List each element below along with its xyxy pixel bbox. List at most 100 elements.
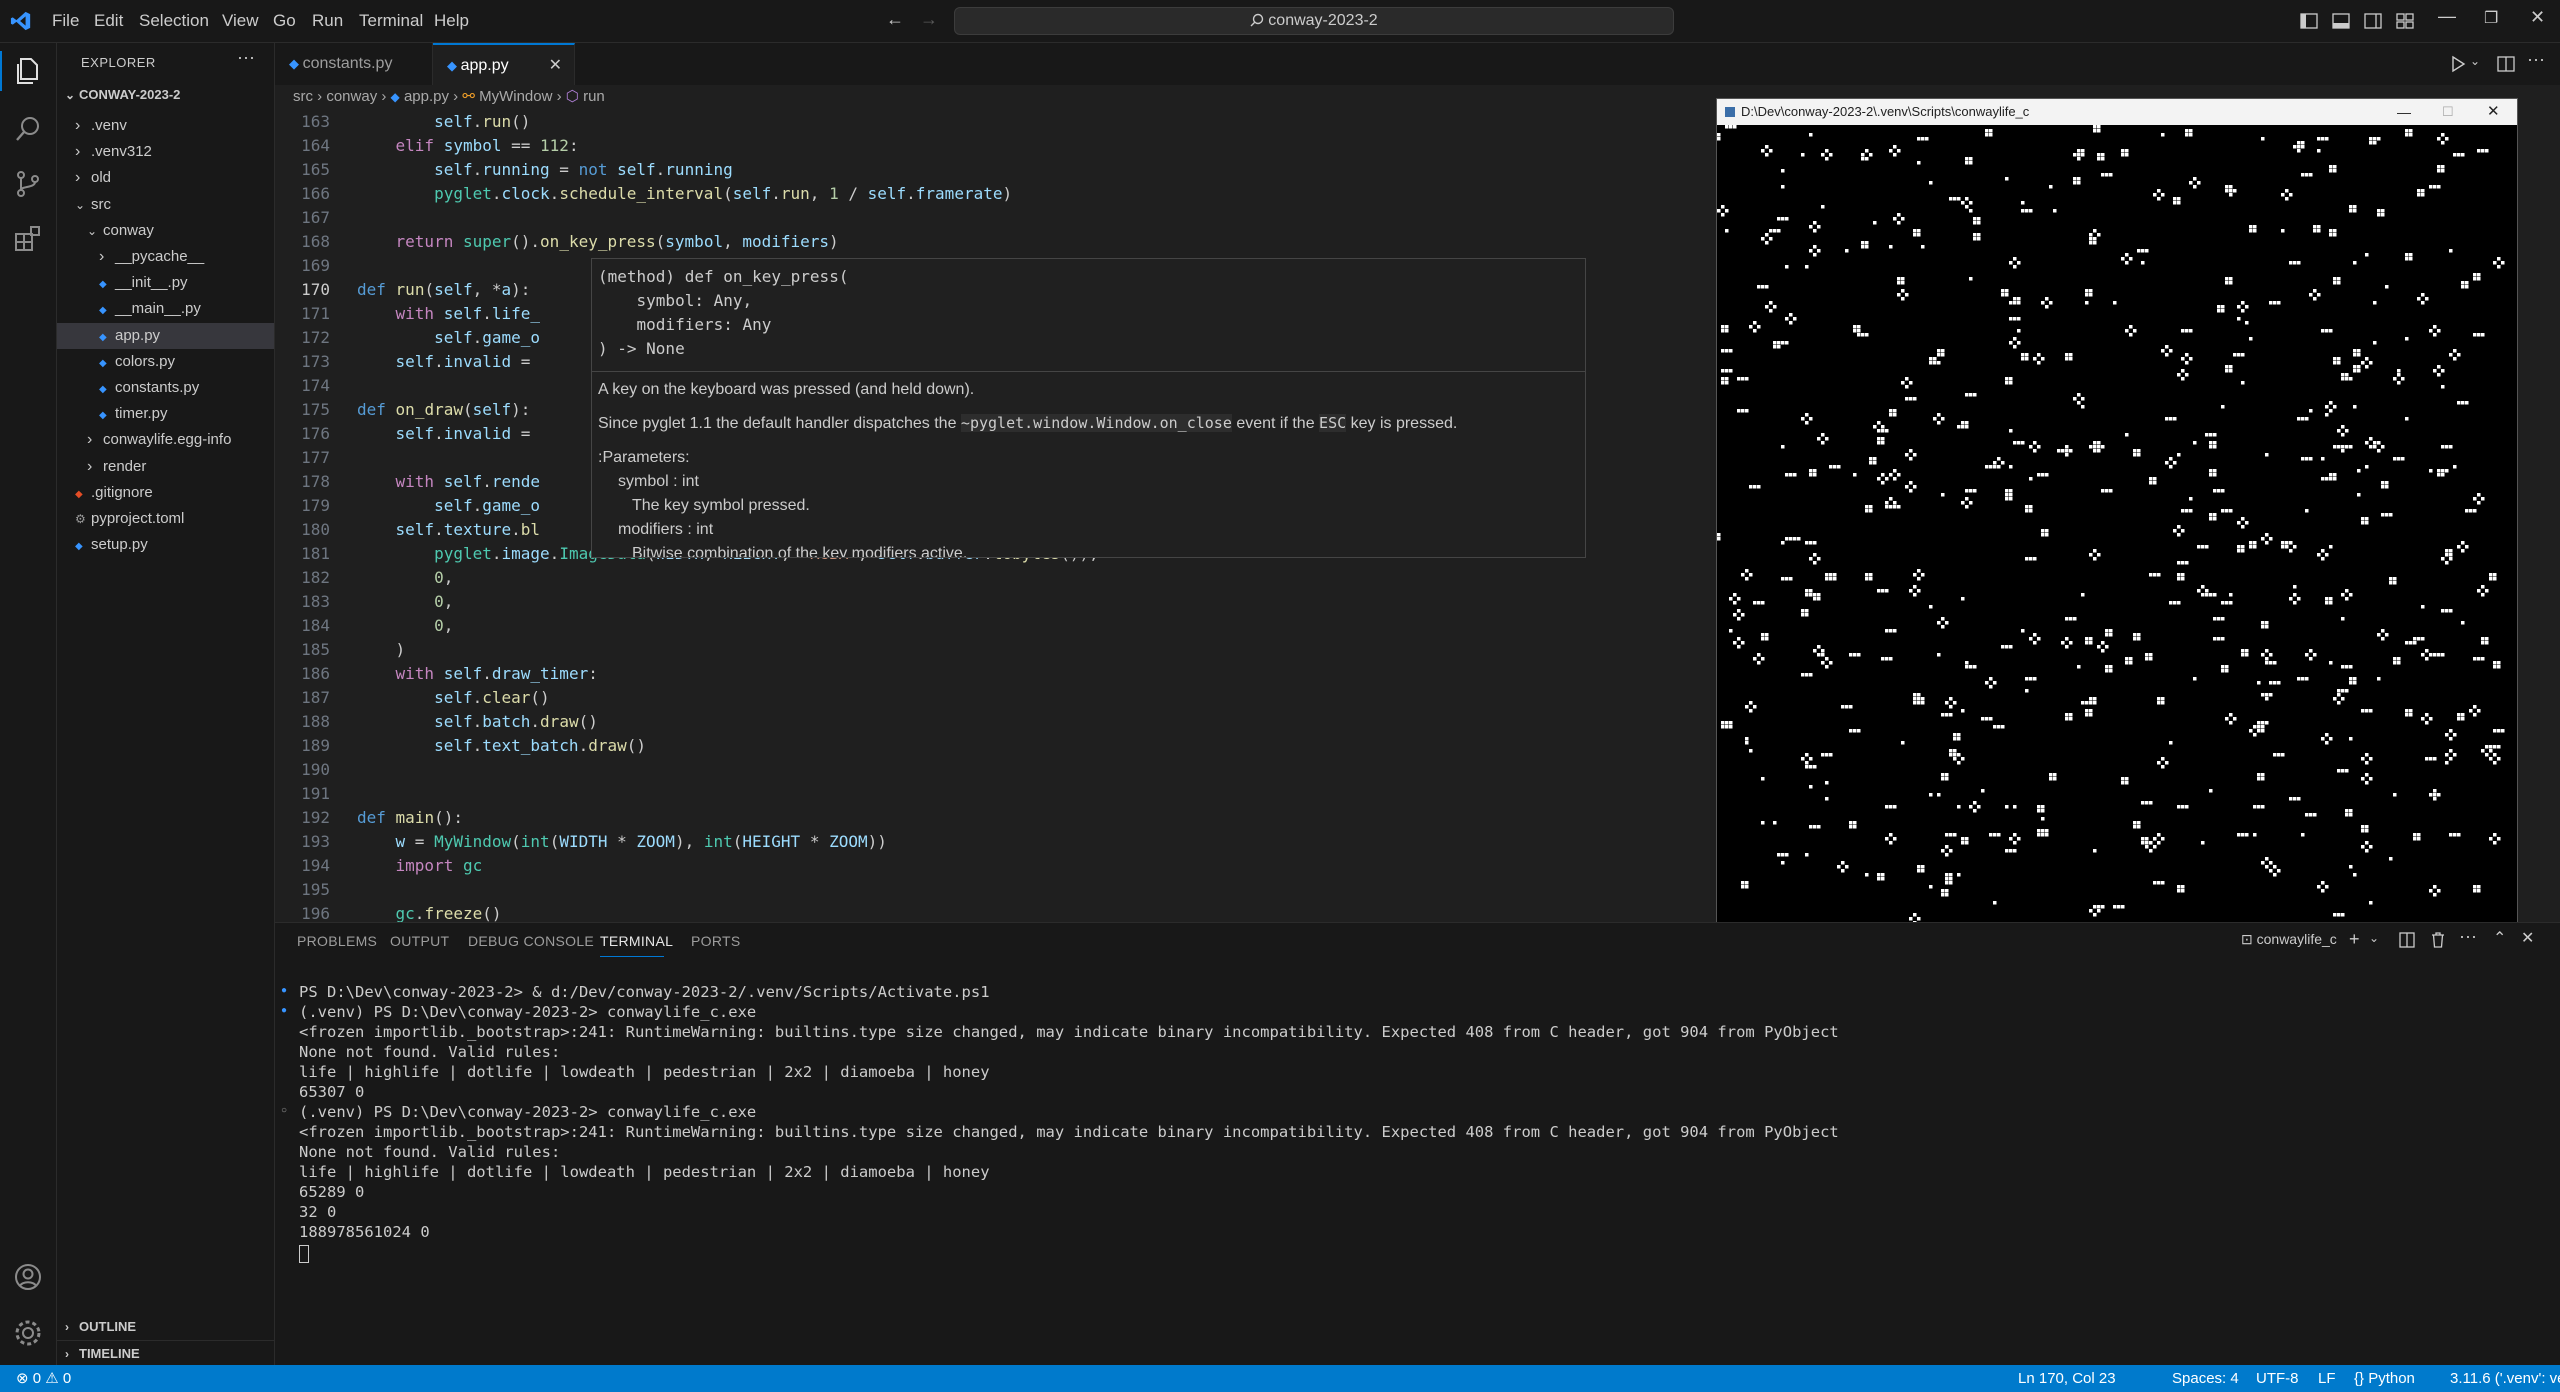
tree-item-pycache[interactable]: › __pycache__ bbox=[57, 244, 274, 270]
tab-debug-console[interactable]: DEBUG CONSOLE bbox=[468, 933, 594, 949]
tree-item-render[interactable]: › render bbox=[57, 454, 274, 480]
run-file-icon[interactable] bbox=[2449, 55, 2467, 73]
more-actions-icon[interactable]: ··· bbox=[2459, 926, 2477, 947]
tree-item-setup[interactable]: ◆ setup.py bbox=[57, 532, 274, 558]
workspace-name: conway-2023-2 bbox=[1268, 12, 1378, 29]
tree-item-timer[interactable]: ◆ timer.py bbox=[57, 401, 274, 427]
menu-selection[interactable]: Selection bbox=[139, 11, 209, 31]
tab-ports[interactable]: PORTS bbox=[691, 933, 740, 949]
line-ending[interactable]: LF bbox=[2318, 1365, 2336, 1392]
outline-section[interactable]: › OUTLINE bbox=[65, 1319, 136, 1334]
toggle-secondary-sidebar-icon[interactable] bbox=[2364, 12, 2382, 30]
param-name: symbol bbox=[618, 473, 669, 490]
menu-run[interactable]: Run bbox=[312, 11, 343, 31]
close-window-icon[interactable]: ✕ bbox=[2530, 7, 2545, 28]
close-tab-icon[interactable]: ✕ bbox=[549, 45, 562, 87]
tab-problems[interactable]: PROBLEMS bbox=[297, 933, 377, 949]
breadcrumb-conway[interactable]: conway bbox=[326, 88, 377, 105]
line-number: 175 bbox=[301, 400, 330, 419]
maximize-panel-icon[interactable]: ⌃ bbox=[2493, 928, 2506, 948]
customize-layout-icon[interactable] bbox=[2396, 12, 2414, 30]
tree-item-gitignore[interactable]: ◆ .gitignore bbox=[57, 480, 274, 506]
close-panel-icon[interactable]: ✕ bbox=[2521, 928, 2534, 948]
doc-text: key is pressed. bbox=[1350, 415, 1458, 432]
source-control-icon[interactable] bbox=[12, 168, 44, 200]
line-number: 168 bbox=[301, 232, 330, 251]
cursor-position[interactable]: Ln 170, Col 23 bbox=[2018, 1365, 2116, 1392]
tab-terminal[interactable]: TERMINAL bbox=[600, 933, 673, 949]
minimize-icon[interactable]: — bbox=[2397, 99, 2411, 125]
tab-app[interactable]: ◆ app.py ✕ bbox=[433, 43, 575, 85]
tree-item-old[interactable]: › old bbox=[57, 165, 274, 191]
tree-item-init[interactable]: ◆ __init__.py bbox=[57, 270, 274, 296]
chevron-down-icon[interactable]: ⌄ bbox=[2369, 931, 2379, 945]
terminal-text: (.venv) PS D:\Dev\conway-2023-2> conwayl… bbox=[299, 1103, 757, 1121]
line-number: 170 bbox=[301, 280, 330, 299]
extensions-icon[interactable] bbox=[12, 223, 44, 255]
terminal-cursor bbox=[299, 1245, 309, 1263]
indentation[interactable]: Spaces: 4 bbox=[2172, 1365, 2239, 1392]
title-bar: File Edit Selection View Go Run Terminal… bbox=[0, 0, 2560, 43]
minimize-icon[interactable]: — bbox=[2438, 6, 2456, 27]
language-mode[interactable]: {} Python bbox=[2354, 1365, 2415, 1392]
tree-item-colors[interactable]: ◆ colors.py bbox=[57, 349, 274, 375]
menu-help[interactable]: Help bbox=[434, 11, 469, 31]
search-icon[interactable] bbox=[12, 113, 44, 145]
doc-text: event if the bbox=[1236, 415, 1315, 432]
split-terminal-icon[interactable] bbox=[2399, 932, 2415, 948]
tree-item-venv[interactable]: › .venv bbox=[57, 113, 274, 139]
game-window-titlebar[interactable]: D:\Dev\conway-2023-2\.venv\Scripts\conwa… bbox=[1717, 99, 2517, 125]
restore-icon[interactable]: ❐ bbox=[2484, 8, 2498, 28]
tree-item-venv312[interactable]: › .venv312 bbox=[57, 139, 274, 165]
conwaylife-window[interactable]: D:\Dev\conway-2023-2\.venv\Scripts\conwa… bbox=[1716, 98, 2518, 928]
menu-edit[interactable]: Edit bbox=[94, 11, 123, 31]
close-window-icon[interactable]: ✕ bbox=[2487, 99, 2500, 125]
back-arrow-icon[interactable]: ← bbox=[886, 9, 904, 30]
account-icon[interactable] bbox=[12, 1261, 44, 1293]
tab-output[interactable]: OUTPUT bbox=[390, 933, 449, 949]
breadcrumb-method[interactable]: run bbox=[583, 88, 605, 105]
toggle-sidebar-icon[interactable] bbox=[2300, 12, 2318, 30]
more-actions-icon[interactable]: ··· bbox=[2527, 49, 2545, 70]
terminal-line: life | highlife | dotlife | lowdeath | p… bbox=[299, 1163, 990, 1181]
breadcrumb-src[interactable]: src bbox=[293, 88, 313, 105]
split-editor-icon[interactable] bbox=[2497, 55, 2515, 73]
tree-item-main[interactable]: ◆ __main__.py bbox=[57, 296, 274, 322]
tree-item-conway[interactable]: ⌄ conway bbox=[57, 218, 274, 244]
code-line: self.batch.draw() bbox=[434, 712, 598, 731]
line-number: 192 bbox=[301, 808, 330, 827]
problems-status[interactable]: ⊗ 0 ⚠ 0 bbox=[16, 1365, 71, 1392]
encoding[interactable]: UTF-8 bbox=[2256, 1365, 2299, 1392]
gear-icon[interactable] bbox=[12, 1317, 44, 1349]
python-file-icon: ◆ bbox=[289, 56, 303, 71]
line-number: 174 bbox=[301, 376, 330, 395]
workspace-root[interactable]: ⌄ CONWAY-2023-2 bbox=[65, 87, 180, 102]
maximize-icon[interactable]: ☐ bbox=[2442, 99, 2454, 125]
tree-item-src[interactable]: ⌄ src bbox=[57, 192, 274, 218]
menu-go[interactable]: Go bbox=[273, 11, 296, 31]
timeline-section[interactable]: › TIMELINE bbox=[65, 1346, 140, 1361]
command-center-search[interactable]: conway-2023-2 bbox=[954, 7, 1674, 35]
tree-item-pyproject[interactable]: ⚙ pyproject.toml bbox=[57, 506, 274, 532]
tree-item-egg-info[interactable]: › conwaylife.egg-info bbox=[57, 427, 274, 453]
tree-item-constants[interactable]: ◆ constants.py bbox=[57, 375, 274, 401]
breadcrumb-class[interactable]: MyWindow bbox=[479, 88, 552, 105]
explorer-icon[interactable] bbox=[12, 55, 44, 87]
python-interpreter[interactable]: 3.11.6 ('.venv': venv) bbox=[2450, 1365, 2560, 1392]
tab-constants[interactable]: ◆ constants.py bbox=[275, 43, 433, 85]
trash-icon[interactable] bbox=[2430, 931, 2446, 948]
menu-terminal[interactable]: Terminal bbox=[359, 11, 423, 31]
menu-view[interactable]: View bbox=[222, 11, 259, 31]
chevron-down-icon[interactable]: ⌄ bbox=[2470, 54, 2480, 68]
forward-arrow-icon[interactable]: → bbox=[920, 9, 938, 30]
menu-file[interactable]: File bbox=[52, 11, 79, 31]
new-terminal-icon[interactable]: + bbox=[2349, 929, 2360, 950]
terminal-instance[interactable]: ⊡ conwaylife_c bbox=[2241, 931, 2337, 948]
toggle-panel-icon[interactable] bbox=[2332, 12, 2350, 30]
breadcrumb-file[interactable]: app.py bbox=[404, 88, 449, 105]
more-actions-icon[interactable]: ··· bbox=[237, 47, 255, 68]
code-line: gc.freeze() bbox=[395, 904, 502, 922]
line-number: 167 bbox=[301, 208, 330, 227]
game-of-life-canvas[interactable] bbox=[1717, 125, 2517, 927]
tree-item-app[interactable]: ◆ app.py bbox=[57, 322, 274, 349]
